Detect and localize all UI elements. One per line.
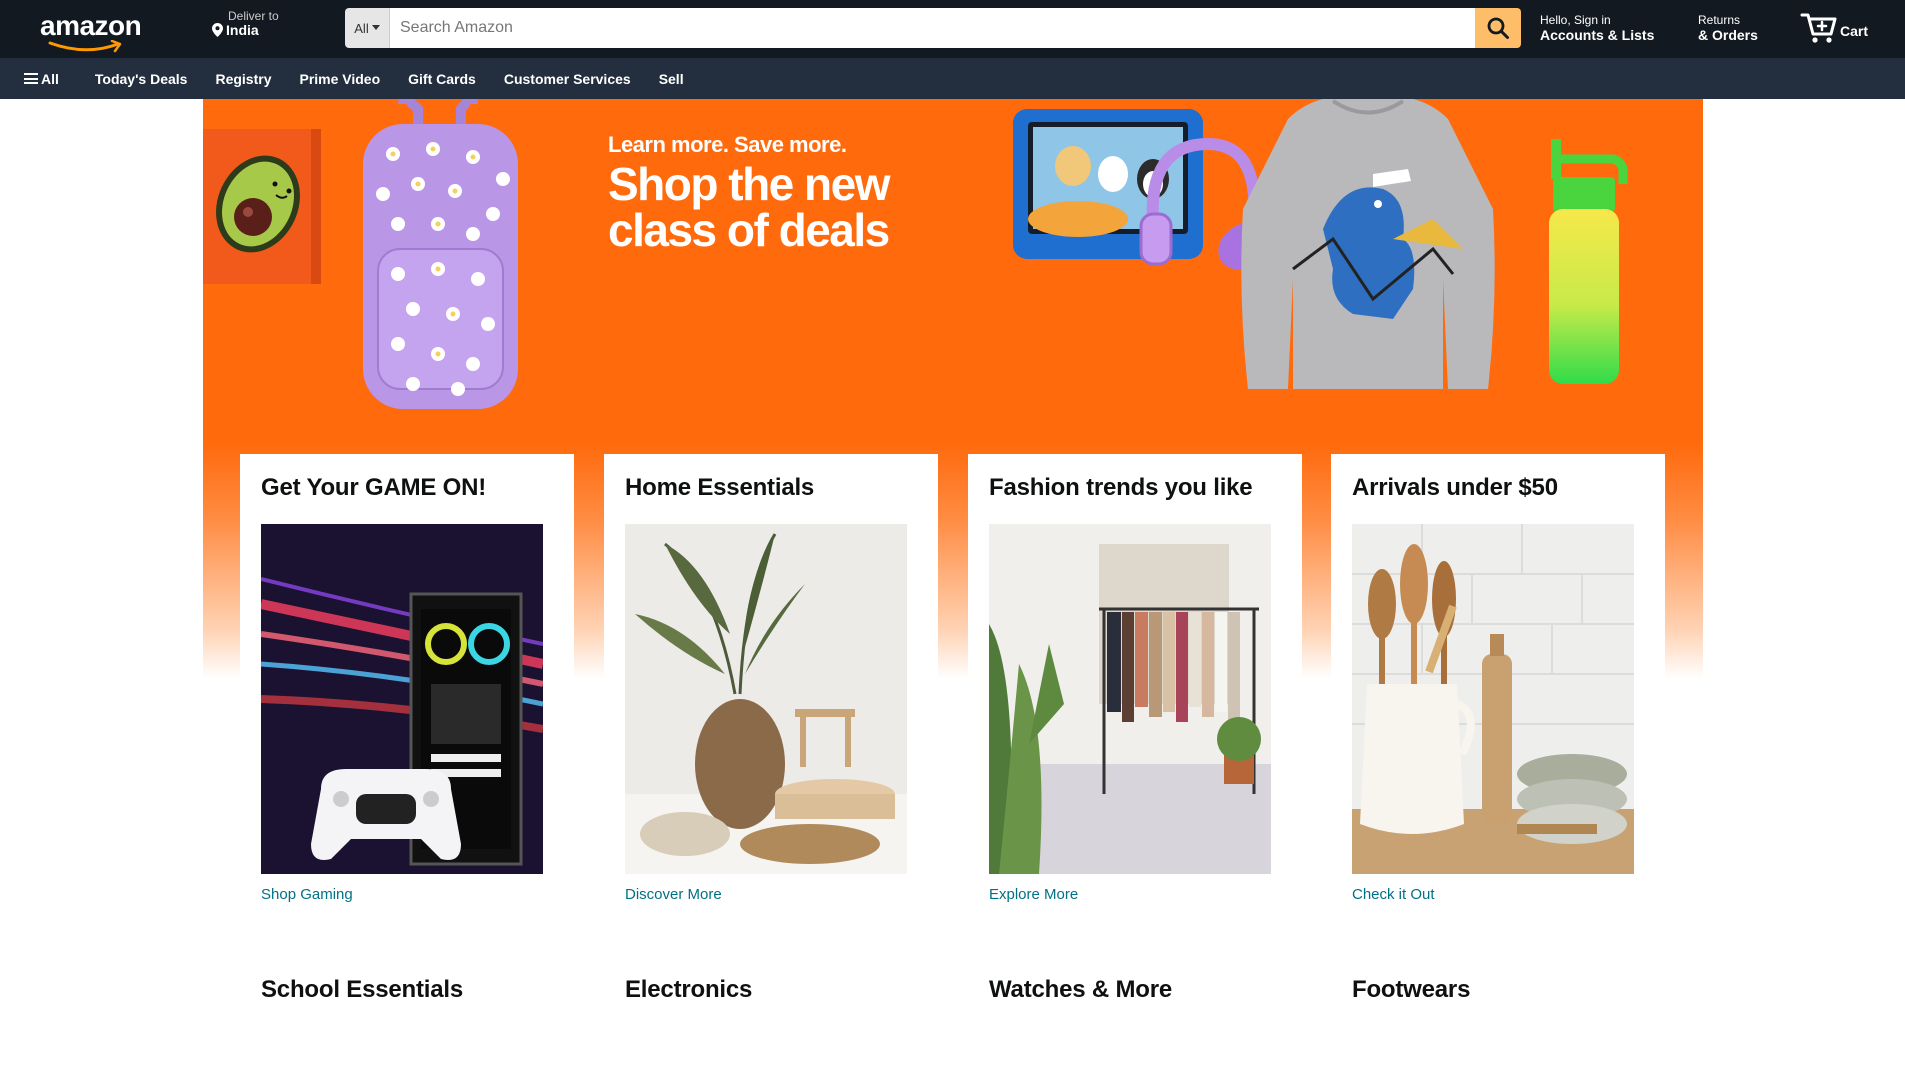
card-school-essentials: School Essentials [240,956,574,1076]
card-title: School Essentials [261,976,464,1003]
card-title: Footwears [1352,976,1471,1003]
secondary-navigation-bar: All Today's Deals Registry Prime Video G… [0,58,1905,99]
smile-arrow-icon [48,40,122,53]
chevron-down-icon [371,25,380,30]
returns-and-orders[interactable]: Returns & Orders [1698,13,1758,44]
account-label: Accounts & Lists [1540,27,1655,44]
cart-icon [1800,13,1837,43]
nav-item-registry[interactable]: Registry [215,71,271,87]
card-title: Electronics [625,976,753,1003]
hero-headline: Shop the new class of deals [608,158,891,256]
nav-item-prime-video[interactable]: Prime Video [299,71,380,87]
gaming-image[interactable] [261,524,543,874]
search-button[interactable] [1475,8,1521,48]
search-input[interactable] [390,8,1475,48]
account-and-lists[interactable]: Hello, Sign in Accounts & Lists [1540,13,1654,44]
discover-more-link[interactable]: Discover More [625,886,917,903]
search-bar: All [345,8,1521,48]
gaming-pc-graphic [261,524,543,874]
fashion-trends-image[interactable] [989,524,1271,874]
nav-item-todays-deals[interactable]: Today's Deals [95,71,188,87]
all-menu-label: All [41,70,59,87]
logo-text: amazon [40,10,142,41]
card-footwears: Footwears [1331,956,1665,1076]
shop-gaming-link[interactable]: Shop Gaming [261,886,553,903]
arrivals-image[interactable] [1352,524,1634,874]
card-title: Watches & More [989,976,1173,1003]
location-pin-icon [212,23,223,38]
amazon-logo[interactable]: amazon [40,10,160,53]
card-fashion-trends: Fashion trends you like Explore More [968,454,1302,926]
avocado-case-image [203,129,321,284]
card-title: Arrivals under $50 [1352,474,1558,501]
nav-item-sell[interactable]: Sell [659,71,684,87]
card-watches-and-more: Watches & More [968,956,1302,1076]
nav-item-customer-services[interactable]: Customer Services [504,71,631,87]
home-essentials-image[interactable] [625,524,907,874]
orders-label: & Orders [1698,27,1758,44]
card-arrivals-under-50: Arrivals under $50 Check it Out [1331,454,1665,926]
search-icon [1487,17,1509,39]
hamburger-menu-icon [24,73,38,84]
returns-label: Returns [1698,13,1741,27]
card-title: Fashion trends you like [989,474,1253,501]
card-electronics: Electronics [604,956,938,1076]
search-category-label: All [354,20,369,36]
search-category-dropdown[interactable]: All [345,8,390,48]
deliver-to-location[interactable]: Deliver to India [212,9,279,39]
kitchen-utensils-graphic [1352,524,1634,874]
top-navigation-bar: amazon Deliver to India All Hello, S [0,0,1905,58]
check-it-out-link[interactable]: Check it Out [1352,886,1644,903]
card-gaming: Get Your GAME ON! Shop Gaming [240,454,574,926]
cart-button[interactable]: Cart [1800,10,1868,44]
deliver-location: India [226,22,259,39]
home-decor-graphic [625,524,907,874]
account-greeting: Hello, Sign in [1540,13,1611,27]
clothing-rack-graphic [989,524,1271,874]
hero-tagline: Learn more. Save more. [608,132,847,157]
cart-label: Cart [1840,23,1869,39]
card-home-essentials: Home Essentials Discover More [604,454,938,926]
backpack-image [363,99,518,409]
explore-more-link[interactable]: Explore More [989,886,1281,903]
card-title: Home Essentials [625,474,815,501]
water-bottle-image [1549,139,1628,384]
card-title: Get Your GAME ON! [261,474,487,501]
nav-item-gift-cards[interactable]: Gift Cards [408,71,476,87]
sweatshirt-image [1241,99,1495,389]
all-menu-button[interactable]: All [24,71,59,87]
